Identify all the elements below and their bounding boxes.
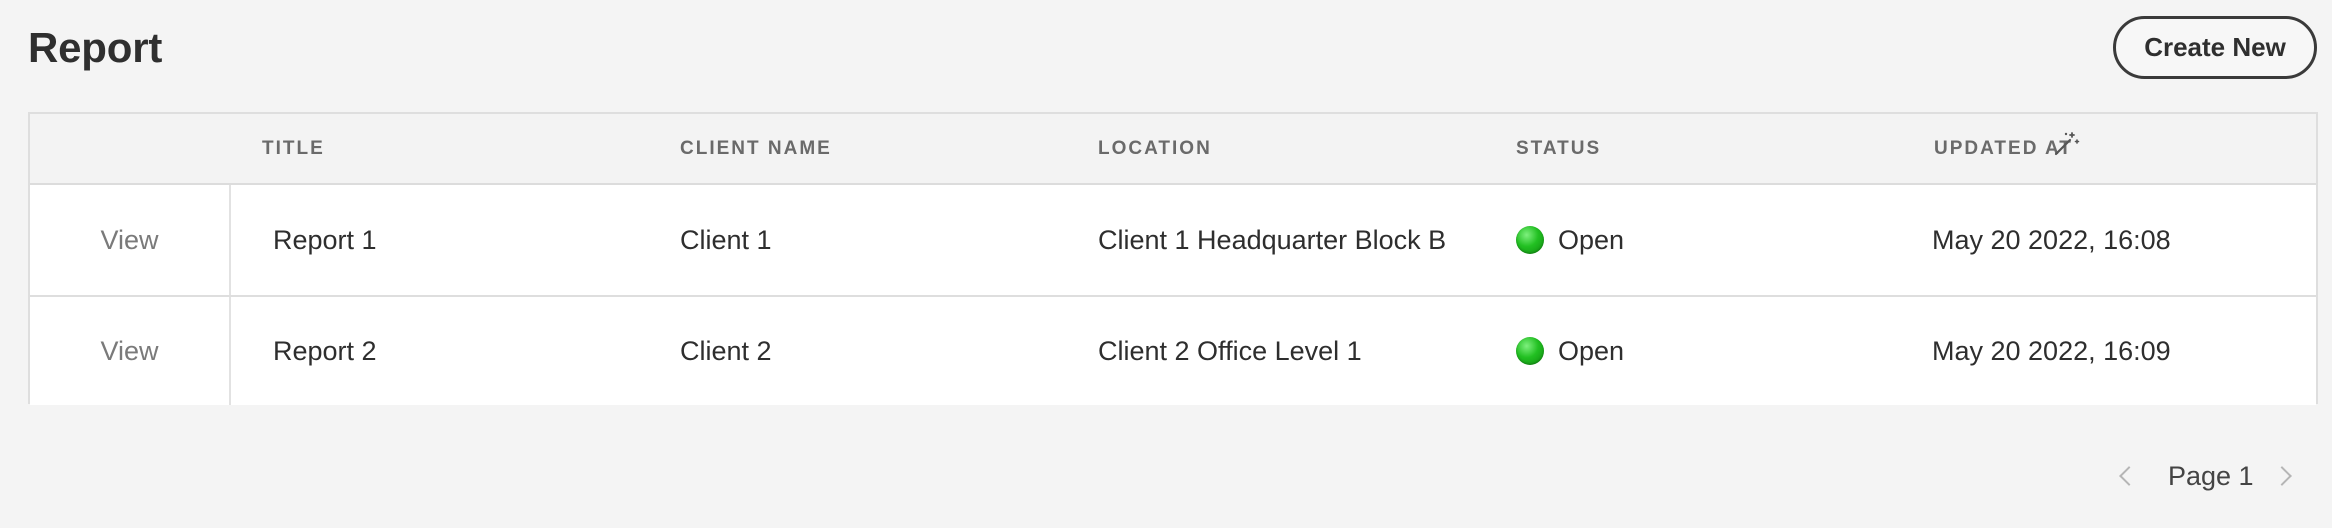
create-new-button[interactable]: Create New (2113, 16, 2317, 79)
pagination-next-button[interactable] (2272, 456, 2297, 496)
chevron-left-icon (2119, 466, 2139, 486)
view-cell: View (30, 297, 231, 405)
view-link[interactable]: View (100, 336, 158, 367)
column-header-location[interactable]: LOCATION (1098, 136, 1212, 162)
column-header-status[interactable]: STATUS (1516, 136, 1601, 162)
report-table: TITLE CLIENT NAME LOCATION STATUS UPDATE… (28, 112, 2318, 405)
cell-title: Report 1 (273, 224, 377, 255)
pagination-prev-button[interactable] (2114, 456, 2139, 496)
chevron-right-icon (2272, 466, 2292, 486)
status-dot-icon (1516, 226, 1544, 254)
cell-location: Client 1 Headquarter Block B (1098, 224, 1447, 255)
cell-status: Open (1516, 297, 1624, 405)
cell-title: Report 2 (273, 335, 377, 366)
magic-wand-icon[interactable] (2052, 130, 2080, 158)
column-header-title[interactable]: TITLE (262, 136, 325, 162)
table-row: View Report 2 Client 2 Client 2 Office L… (30, 295, 2316, 405)
pagination-label: Page 1 (2168, 460, 2254, 491)
table-row: View Report 1 Client 1 Client 1 Headquar… (30, 185, 2316, 295)
cell-location: Client 2 Office Level 1 (1098, 335, 1362, 366)
table-header: TITLE CLIENT NAME LOCATION STATUS UPDATE… (30, 114, 2316, 185)
status-dot-icon (1516, 337, 1544, 365)
column-header-client-name[interactable]: CLIENT NAME (680, 136, 832, 162)
cell-updated-at: May 20 2022, 16:08 (1932, 224, 2171, 255)
cell-client-name: Client 2 (680, 335, 772, 366)
status-label: Open (1558, 335, 1625, 366)
view-cell: View (30, 185, 231, 295)
cell-updated-at: May 20 2022, 16:09 (1932, 335, 2171, 366)
cell-client-name: Client 1 (680, 224, 772, 255)
view-link[interactable]: View (100, 225, 158, 256)
status-label: Open (1558, 224, 1625, 255)
cell-status: Open (1516, 185, 1624, 295)
page-title: Report (28, 24, 163, 71)
